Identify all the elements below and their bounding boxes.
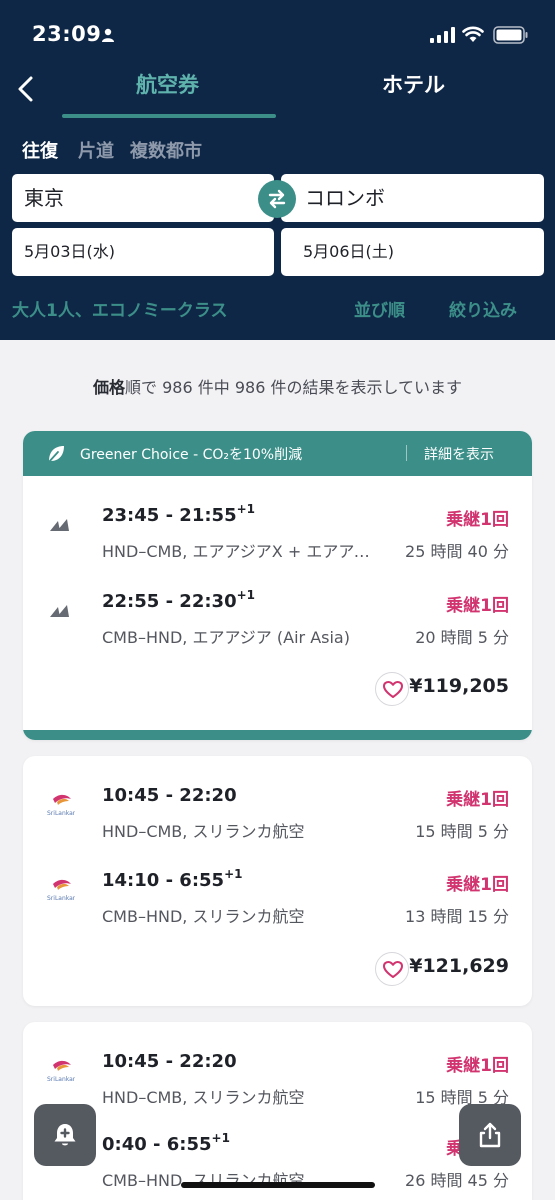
back-chevron-icon[interactable] — [14, 74, 38, 104]
flight-duration: 26 時間 45 分 — [405, 1171, 509, 1190]
wifi-icon — [462, 26, 484, 42]
flight-result-card[interactable]: SriLankan 10:45 - 22:20 乗継1回 HND–CMB, スリ… — [23, 756, 532, 1006]
trip-type-roundtrip[interactable]: 往復 — [22, 139, 58, 165]
flight-times: 14:10 - 6:55+1 — [102, 867, 243, 891]
route-airline: HND–CMB, エアアジアX + エアアジア — [102, 542, 382, 561]
flight-times: 22:55 - 22:30+1 — [102, 588, 256, 612]
flight-times-text: 0:40 - 6:55 — [102, 1134, 212, 1155]
return-date-field[interactable]: 5月06日(土) — [281, 228, 544, 276]
srilankan-logo-icon: SriLankan — [47, 794, 75, 817]
flight-duration: 15 時間 5 分 — [415, 822, 509, 841]
share-icon — [479, 1122, 501, 1148]
return-leg: SriLankan 14:10 - 6:55+1 乗継1回 CMB–HND, ス… — [23, 867, 532, 930]
flight-times: 10:45 - 22:20 — [102, 785, 237, 806]
banner-divider — [406, 445, 407, 461]
swap-button[interactable] — [258, 180, 296, 218]
greener-choice-banner: Greener Choice - CO₂を10%削減 詳細を表示 — [23, 431, 532, 476]
passengers-class-selector[interactable]: 大人1人、エコノミークラス — [12, 296, 228, 321]
flight-times-text: 23:45 - 21:55 — [102, 505, 237, 526]
stops-count: 乗継1回 — [446, 790, 509, 810]
sort-button[interactable]: 並び順 — [354, 296, 405, 321]
price-row: ¥121,629 — [23, 952, 532, 988]
return-leg: 22:55 - 22:30+1 乗継1回 CMB–HND, エアアジア (Air… — [23, 588, 532, 651]
flight-result-card[interactable]: Greener Choice - CO₂を10%削減 詳細を表示 23:45 -… — [23, 431, 532, 740]
flight-duration: 13 時間 15 分 — [405, 907, 509, 926]
favorite-button[interactable] — [375, 672, 409, 706]
flight-times-text: 14:10 - 6:55 — [102, 870, 225, 891]
battery-icon — [493, 26, 528, 44]
outbound-leg: 23:45 - 21:55+1 乗継1回 HND–CMB, エアアジアX + エ… — [23, 502, 532, 565]
next-day-marker: +1 — [211, 1131, 230, 1145]
heart-icon — [383, 681, 403, 698]
greener-choice-bottom-bar — [23, 730, 532, 740]
srilankan-logo-icon: SriLankan — [47, 879, 75, 902]
greener-choice-label: Greener Choice - CO₂を10%削減 — [80, 447, 303, 463]
tab-hotels[interactable]: ホテル — [382, 70, 445, 100]
trip-type-multicity[interactable]: 複数都市 — [130, 139, 202, 165]
results-summary-text: 順で 986 件中 986 件の結果を表示しています — [125, 378, 462, 397]
flight-times-text: 22:55 - 22:30 — [102, 591, 237, 612]
route-airline: CMB–HND, エアアジア (Air Asia) — [102, 628, 350, 647]
trip-type-oneway[interactable]: 片道 — [78, 139, 114, 165]
bell-plus-icon — [54, 1124, 76, 1146]
active-tab-indicator — [62, 114, 276, 118]
flight-times-text: 10:45 - 22:20 — [102, 1051, 237, 1072]
cellular-signal-icon — [430, 27, 455, 43]
results-summary-sort-key: 価格 — [93, 378, 126, 397]
destination-field[interactable]: コロンボ — [281, 174, 544, 222]
show-details-link[interactable]: 詳細を表示 — [424, 444, 494, 464]
flight-times-text: 10:45 - 22:20 — [102, 785, 237, 806]
home-indicator[interactable] — [181, 1182, 375, 1188]
svg-text:SriLankan: SriLankan — [47, 895, 75, 902]
flight-duration: 25 時間 40 分 — [405, 542, 509, 561]
heart-icon — [383, 961, 403, 978]
price: ¥119,205 — [409, 675, 509, 697]
airasia-logo-icon — [50, 605, 69, 617]
status-bar: 23:09 — [0, 0, 555, 70]
stops-count: 乗継1回 — [446, 875, 509, 895]
stops-count: 乗継1回 — [446, 510, 509, 530]
person-icon — [102, 28, 114, 42]
filter-button[interactable]: 絞り込み — [449, 296, 517, 321]
flight-times: 23:45 - 21:55+1 — [102, 502, 256, 526]
next-day-marker: +1 — [236, 502, 256, 516]
leaf-icon — [47, 446, 64, 464]
svg-text:SriLankan: SriLankan — [47, 1076, 75, 1083]
stops-count: 乗継1回 — [446, 596, 509, 616]
swap-arrows-icon — [268, 189, 286, 209]
price-row: ¥119,205 — [23, 672, 532, 708]
route-airline: HND–CMB, スリランカ航空 — [102, 822, 305, 841]
departure-date-field[interactable]: 5月03日(水) — [12, 228, 274, 276]
stops-count: 乗継1回 — [446, 1056, 509, 1076]
srilankan-logo-icon: SriLankan — [47, 1060, 75, 1083]
price-alert-button[interactable] — [34, 1104, 96, 1166]
flight-result-card[interactable]: SriLankan 10:45 - 22:20 乗継1回 HND–CMB, スリ… — [23, 1022, 532, 1200]
svg-text:SriLankan: SriLankan — [47, 810, 75, 817]
share-button[interactable] — [459, 1104, 521, 1166]
route-airline: HND–CMB, スリランカ航空 — [102, 1088, 305, 1107]
results-summary: 価格順で 986 件中 986 件の結果を表示しています — [0, 374, 555, 398]
outbound-leg: SriLankan 10:45 - 22:20 乗継1回 HND–CMB, スリ… — [23, 785, 532, 845]
next-day-marker: +1 — [224, 867, 243, 881]
route-airline: CMB–HND, スリランカ航空 — [102, 907, 305, 926]
tab-flights[interactable]: 航空券 — [136, 70, 199, 100]
flight-times: 10:45 - 22:20 — [102, 1051, 237, 1072]
outbound-leg: SriLankan 10:45 - 22:20 乗継1回 HND–CMB, スリ… — [23, 1051, 532, 1111]
favorite-button[interactable] — [375, 952, 409, 986]
next-day-marker: +1 — [236, 588, 256, 602]
price: ¥121,629 — [409, 955, 509, 977]
flight-times: 0:40 - 6:55+1 — [102, 1131, 230, 1155]
airasia-logo-icon — [50, 519, 69, 531]
search-header: 23:09 航空券 ホテル 往復 片道 複数都市 東京 コロンボ 5月03日(水… — [0, 0, 555, 340]
flight-duration: 20 時間 5 分 — [415, 628, 509, 647]
origin-field[interactable]: 東京 — [12, 174, 274, 222]
status-time: 23:09 — [32, 22, 102, 46]
